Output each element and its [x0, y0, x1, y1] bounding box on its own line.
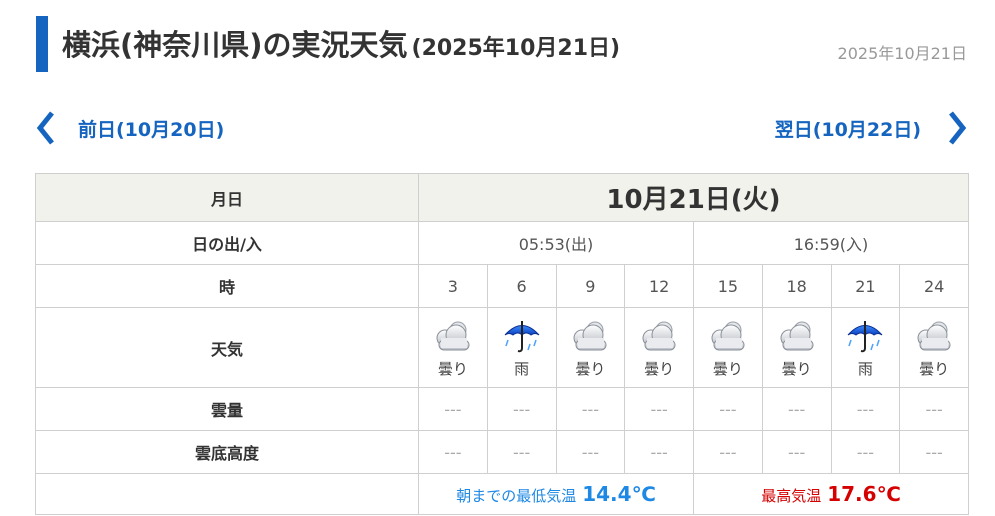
- weather-cell: 曇り: [761, 307, 832, 388]
- weather-label: 曇り: [781, 360, 812, 378]
- row-label-cloud-base: 雲底高度: [35, 430, 419, 474]
- weather-cell: 曇り: [899, 307, 969, 388]
- cloudy-icon: [573, 321, 607, 351]
- weather-label: 曇り: [644, 360, 675, 378]
- cloudy-icon: [436, 321, 470, 351]
- weather-cell: 曇り: [693, 307, 763, 388]
- page-title: 横浜(神奈川県)の実況天気 (2025年10月21日): [62, 22, 620, 64]
- hour-cell: 3: [418, 264, 488, 308]
- cloudy-icon: [917, 321, 951, 351]
- title-accent-bar: [36, 16, 48, 72]
- weather-label: 曇り: [919, 360, 950, 378]
- hour-row: 時 3 6 9 12 15 18 21 24: [35, 264, 969, 308]
- cloud-cell: ---: [693, 387, 763, 431]
- weather-cell: 曇り: [418, 307, 488, 388]
- weather-table: 月日 10月21日(火) 日の出/入 05:53(出) 16:59(入) 時 3…: [35, 173, 969, 515]
- chevron-right-icon: [949, 111, 967, 145]
- max-temp-cell: 最高気温 17.6℃: [693, 473, 969, 515]
- header-date: 2025年10月21日: [837, 44, 967, 63]
- chevron-left-icon: [36, 111, 54, 145]
- sunset-cell: 16:59(入): [693, 221, 969, 265]
- row-label-hour: 時: [35, 264, 419, 308]
- cloud-base-row: 雲底高度 --- --- --- --- --- --- --- ---: [35, 430, 969, 474]
- sunrise-cell: 05:53(出): [418, 221, 694, 265]
- page-title-date: (2025年10月21日): [411, 36, 621, 61]
- sun-row: 日の出/入 05:53(出) 16:59(入): [35, 221, 969, 265]
- row-label-date: 月日: [35, 173, 419, 222]
- cloud-cell: ---: [761, 387, 832, 431]
- cloud-base-cell: ---: [555, 430, 626, 474]
- cloud-base-cell: ---: [624, 430, 694, 474]
- max-temp-label: 最高気温: [761, 487, 822, 505]
- date-value: 10月21日(火): [606, 185, 781, 215]
- prev-day-link[interactable]: 前日(10月20日): [36, 110, 224, 146]
- row-label-weather: 天気: [35, 307, 419, 388]
- cloud-cell: ---: [830, 387, 901, 431]
- hour-cell: 15: [693, 264, 763, 308]
- cloud-base-cell: ---: [899, 430, 969, 474]
- cloudy-icon: [711, 321, 745, 351]
- cloud-base-cell: ---: [761, 430, 832, 474]
- prev-day-label: 前日(10月20日): [78, 118, 225, 141]
- cloud-base-cell: ---: [830, 430, 901, 474]
- weather-cell: 雨: [830, 307, 901, 388]
- hour-cell: 18: [761, 264, 832, 308]
- cloud-cell: ---: [486, 387, 557, 431]
- cloud-base-cell: ---: [486, 430, 557, 474]
- cloud-cell: ---: [899, 387, 969, 431]
- page-title-text: 横浜(神奈川県)の実況天気: [62, 28, 408, 62]
- weather-row: 天気 曇り 雨 曇り 曇り 曇り 曇り 雨 曇り: [35, 307, 969, 388]
- weather-label: 雨: [857, 360, 873, 378]
- cloud-base-cell: ---: [418, 430, 488, 474]
- row-label-sun: 日の出/入: [35, 221, 419, 265]
- weather-cell: 曇り: [555, 307, 626, 388]
- cloudy-icon: [642, 321, 676, 351]
- umbrella-icon: [848, 321, 883, 353]
- umbrella-icon: [504, 321, 539, 353]
- temperature-row: 朝までの最低気温 14.4℃ 最高気温 17.6℃: [35, 473, 969, 515]
- date-cell: 10月21日(火): [418, 173, 969, 222]
- hour-cell: 24: [899, 264, 969, 308]
- next-day-link[interactable]: 翌日(10月22日): [775, 110, 967, 146]
- weather-cell: 雨: [486, 307, 557, 388]
- min-temp-value: 14.4℃: [582, 482, 656, 506]
- weather-label: 曇り: [437, 360, 468, 378]
- hour-cell: 6: [486, 264, 557, 308]
- cloud-base-cell: ---: [693, 430, 763, 474]
- cloudy-icon: [780, 321, 814, 351]
- date-row: 月日 10月21日(火): [35, 173, 969, 222]
- hour-cell: 12: [624, 264, 694, 308]
- row-label-cloud: 雲量: [35, 387, 419, 431]
- weather-label: 曇り: [712, 360, 743, 378]
- weather-label: 曇り: [575, 360, 606, 378]
- cloud-cell: ---: [555, 387, 626, 431]
- cloud-cell: ---: [418, 387, 488, 431]
- cloud-amount-row: 雲量 --- --- --- --- --- --- --- ---: [35, 387, 969, 431]
- weather-cell: 曇り: [624, 307, 694, 388]
- min-temp-label: 朝までの最低気温: [456, 487, 577, 505]
- hour-cell: 9: [555, 264, 626, 308]
- weather-label: 雨: [514, 360, 530, 378]
- next-day-label: 翌日(10月22日): [774, 118, 921, 141]
- cloud-cell: ---: [624, 387, 694, 431]
- temperature-row-label: [35, 473, 419, 515]
- min-temp-cell: 朝までの最低気温 14.4℃: [418, 473, 694, 515]
- hour-cell: 21: [830, 264, 901, 308]
- max-temp-value: 17.6℃: [827, 482, 901, 506]
